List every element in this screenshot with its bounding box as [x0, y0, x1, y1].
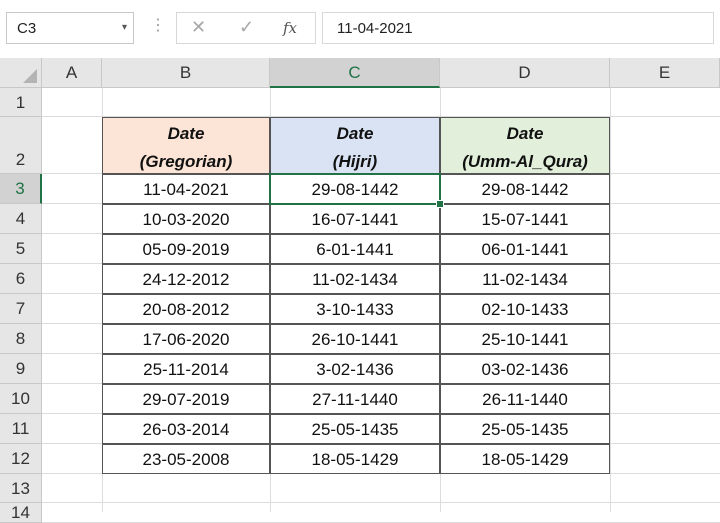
header-line-subtitle: (Hijri) [332, 152, 378, 171]
table-cell[interactable]: 11-04-2021 [102, 174, 270, 204]
header-line-title: Date [336, 124, 374, 143]
column-header-c[interactable]: C [270, 58, 440, 88]
row-header-10[interactable]: 10 [0, 384, 42, 414]
table-cell[interactable]: 10-03-2020 [102, 204, 270, 234]
table-cell[interactable]: 02-10-1433 [440, 294, 610, 324]
cancel-icon[interactable]: ✕ [191, 17, 206, 38]
table-cell[interactable]: 25-05-1435 [270, 414, 440, 444]
table-header-cell[interactable]: Date (Gregorian) [102, 117, 270, 174]
table-cell[interactable]: 17-06-2020 [102, 324, 270, 354]
row-header-14[interactable]: 14 [0, 503, 42, 523]
table-cell[interactable]: 15-07-1441 [440, 204, 610, 234]
row-header-8[interactable]: 8 [0, 324, 42, 354]
row-header-2[interactable]: 2 [0, 117, 42, 174]
table-cell[interactable]: 3-10-1433 [270, 294, 440, 324]
table-cell[interactable]: 6-01-1441 [270, 234, 440, 264]
header-line-subtitle: (Umm-Al_Qura) [462, 152, 588, 171]
enter-icon[interactable]: ✓ [239, 17, 254, 38]
row-header-1[interactable]: 1 [0, 88, 42, 117]
table-cell[interactable]: 29-08-1442 [440, 174, 610, 204]
row-header-4[interactable]: 4 [0, 204, 42, 234]
table-cell[interactable]: 25-05-1435 [440, 414, 610, 444]
formula-input[interactable]: 11-04-2021 [322, 12, 714, 44]
table-cell[interactable]: 24-12-2012 [102, 264, 270, 294]
row-header-6[interactable]: 6 [0, 264, 42, 294]
gridline [610, 88, 611, 512]
row-header-5[interactable]: 5 [0, 234, 42, 264]
table-cell[interactable]: 23-05-2008 [102, 444, 270, 474]
table-cell[interactable]: 18-05-1429 [440, 444, 610, 474]
table-cell[interactable]: 26-10-1441 [270, 324, 440, 354]
fill-handle[interactable] [436, 200, 444, 208]
table-cell[interactable]: 20-08-2012 [102, 294, 270, 324]
drag-handle-icon[interactable]: ⋮ [150, 15, 166, 35]
formula-bar: C3 ▾ ⋮ ✕ ✓ fx 11-04-2021 [0, 0, 720, 58]
header-line-subtitle: (Gregorian) [139, 152, 233, 171]
row-header-11[interactable]: 11 [0, 414, 42, 444]
select-all-triangle-icon [23, 69, 37, 83]
table-cell[interactable]: 26-11-1440 [440, 384, 610, 414]
column-header-b[interactable]: B [102, 58, 270, 88]
header-line-title: Date [167, 124, 205, 143]
column-header-e[interactable]: E [610, 58, 720, 88]
table-cell[interactable]: 06-01-1441 [440, 234, 610, 264]
insert-function-icon[interactable]: fx [283, 19, 297, 37]
table-cell[interactable]: 26-03-2014 [102, 414, 270, 444]
formula-buttons: ✕ ✓ fx [176, 12, 316, 44]
table-cell[interactable]: 11-02-1434 [440, 264, 610, 294]
table-cell[interactable]: 18-05-1429 [270, 444, 440, 474]
row-header-13[interactable]: 13 [0, 474, 42, 503]
select-all-button[interactable] [0, 58, 42, 88]
table-cell[interactable]: 25-10-1441 [440, 324, 610, 354]
row-header-9[interactable]: 9 [0, 354, 42, 384]
table-cell[interactable]: 27-11-1440 [270, 384, 440, 414]
header-line-title: Date [506, 124, 544, 143]
table-cell[interactable]: 05-09-2019 [102, 234, 270, 264]
gridline [42, 502, 720, 503]
table-cell[interactable]: 11-02-1434 [270, 264, 440, 294]
table-header-cell[interactable]: Date (Hijri) [270, 117, 440, 174]
row-header-7[interactable]: 7 [0, 294, 42, 324]
table-cell[interactable]: 3-02-1436 [270, 354, 440, 384]
column-header-a[interactable]: A [42, 58, 102, 88]
table-header-cell[interactable]: Date (Umm-Al_Qura) [440, 117, 610, 174]
table-cell[interactable]: 29-07-2019 [102, 384, 270, 414]
formula-value[interactable]: 11-04-2021 [337, 20, 413, 37]
chevron-down-icon[interactable]: ▾ [122, 22, 127, 33]
table-cell[interactable]: 16-07-1441 [270, 204, 440, 234]
name-box-value[interactable]: C3 [17, 20, 36, 37]
table-cell[interactable]: 25-11-2014 [102, 354, 270, 384]
column-header-d[interactable]: D [440, 58, 610, 88]
name-box[interactable]: C3 ▾ [6, 12, 134, 44]
active-cell-outline [269, 173, 441, 205]
table-cell[interactable]: 03-02-1436 [440, 354, 610, 384]
row-header-12[interactable]: 12 [0, 444, 42, 474]
row-header-3[interactable]: 3 [0, 174, 42, 204]
